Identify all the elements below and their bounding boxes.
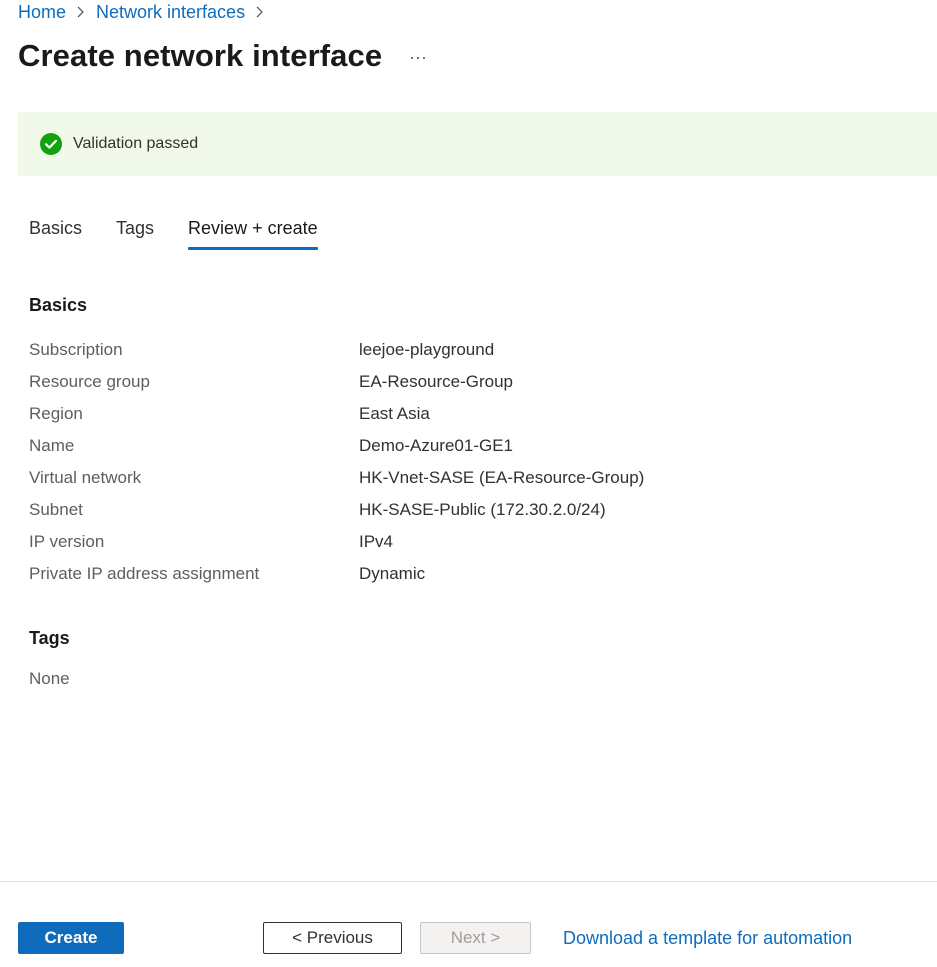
summary-row-private-ip-assignment: Private IP address assignment Dynamic: [29, 558, 729, 590]
summary-value: East Asia: [359, 404, 430, 423]
summary-row-subnet: Subnet HK-SASE-Public (172.30.2.0/24): [29, 494, 729, 526]
more-options-button[interactable]: ···: [403, 44, 433, 70]
breadcrumb: Home Network interfaces: [18, 1, 275, 23]
summary-label: Virtual network: [29, 468, 142, 487]
basics-section-heading: Basics: [29, 295, 88, 315]
summary-value: EA-Resource-Group: [359, 372, 514, 391]
create-button[interactable]: Create: [18, 922, 124, 954]
summary-label: Subscription: [29, 340, 123, 359]
summary-label: Private IP address assignment: [29, 564, 260, 583]
breadcrumb-network-interfaces-link[interactable]: Network interfaces: [96, 1, 245, 23]
validation-banner: Validation passed: [18, 112, 937, 176]
next-button[interactable]: Next >: [420, 922, 531, 954]
summary-row-ip-version: IP version IPv4: [29, 526, 729, 558]
summary-value: HK-SASE-Public (172.30.2.0/24): [359, 500, 606, 519]
summary-label: IP version: [29, 532, 105, 551]
summary-value: Demo-Azure01-GE1: [359, 436, 514, 455]
tags-value: None: [29, 669, 70, 688]
chevron-right-icon: [71, 1, 91, 23]
summary-value: HK-Vnet-SASE (EA-Resource-Group): [359, 468, 645, 487]
breadcrumb-home-link[interactable]: Home: [18, 1, 66, 23]
tags-section-heading: Tags: [29, 628, 70, 648]
tab-bar: Basics Tags Review + create: [29, 216, 352, 250]
summary-label: Subnet: [29, 500, 83, 519]
summary-row-region: Region East Asia: [29, 398, 729, 430]
summary-value: Dynamic: [359, 564, 426, 583]
chevron-right-icon: [250, 1, 270, 23]
summary-value: leejoe-playground: [359, 340, 495, 359]
checkmark-circle-icon: [40, 133, 62, 155]
summary-label: Resource group: [29, 372, 150, 391]
summary-label: Name: [29, 436, 75, 455]
summary-row-virtual-network: Virtual network HK-Vnet-SASE (EA-Resourc…: [29, 462, 729, 494]
summary-row-subscription: Subscription leejoe-playground: [29, 334, 729, 366]
page-title: Create network interface: [18, 38, 383, 73]
footer-divider: [0, 881, 937, 882]
tab-basics[interactable]: Basics: [29, 216, 82, 250]
tab-tags[interactable]: Tags: [116, 216, 154, 250]
tab-review-create[interactable]: Review + create: [188, 216, 318, 250]
summary-row-resource-group: Resource group EA-Resource-Group: [29, 366, 729, 398]
summary-label: Region: [29, 404, 83, 423]
previous-button[interactable]: < Previous: [263, 922, 402, 954]
validation-message: Validation passed: [73, 135, 199, 152]
basics-summary-list: Subscription leejoe-playground Resource …: [29, 334, 729, 590]
summary-value: IPv4: [359, 532, 394, 551]
summary-row-name: Name Demo-Azure01-GE1: [29, 430, 729, 462]
page: Home Network interfaces Create network i…: [0, 0, 937, 967]
more-icon: ···: [409, 46, 427, 67]
download-template-link[interactable]: Download a template for automation: [563, 926, 852, 950]
